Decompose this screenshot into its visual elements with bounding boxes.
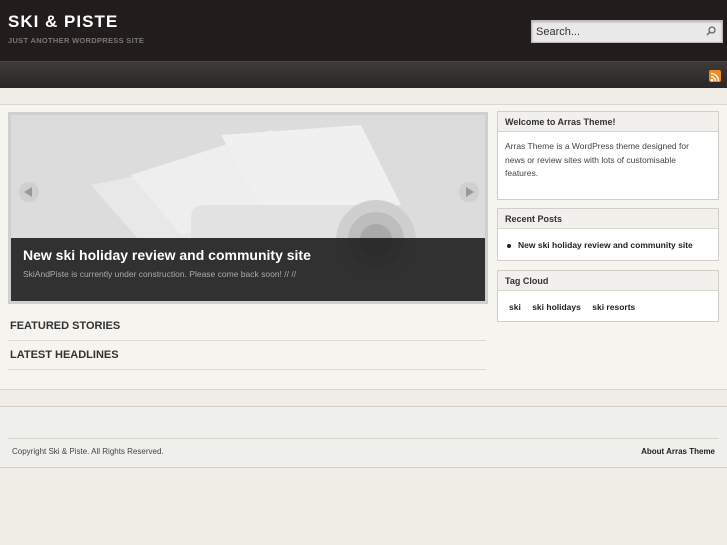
tag-link[interactable]: ski resorts [592,302,635,312]
search-icon[interactable] [704,24,718,38]
widget-title: Recent Posts [498,209,718,229]
featured-slider[interactable]: New ski holiday review and community sit… [8,112,488,304]
recent-post-title[interactable]: New ski holiday review and community sit… [518,239,693,253]
slide-caption[interactable]: New ski holiday review and community sit… [11,238,485,301]
widget-title: Tag Cloud [498,271,718,291]
divider [8,340,486,341]
site-header: SKI & PISTE JUST ANOTHER WORDPRESS SITE [0,0,727,61]
search-input[interactable] [536,24,696,39]
divider [8,369,486,370]
site-title[interactable]: SKI & PISTE [8,12,118,32]
welcome-widget: Welcome to Arras Theme! Arras Theme is a… [497,111,719,200]
slider-next-button[interactable] [459,182,479,202]
about-theme-link[interactable]: About Arras Theme [641,447,715,456]
site-footer: Copyright Ski & Piste. All Rights Reserv… [0,406,727,468]
copyright-text: Copyright Ski & Piste. All Rights Reserv… [12,447,164,456]
latest-headlines-heading: LATEST HEADLINES [10,349,119,361]
site-description: JUST ANOTHER WORDPRESS SITE [8,36,145,45]
slider-prev-button[interactable] [19,182,39,202]
divider [8,438,719,439]
search-box[interactable] [531,20,723,43]
slide-excerpt: SkiAndPiste is currently under construct… [23,269,297,279]
nav-bar [0,61,727,88]
rss-icon[interactable] [709,70,721,82]
tag-link[interactable]: ski [509,302,521,312]
widget-title: Welcome to Arras Theme! [498,112,718,132]
slide-title[interactable]: New ski holiday review and community sit… [23,247,311,263]
bullet-icon [507,243,511,248]
recent-post-link[interactable]: New ski holiday review and community sit… [505,239,711,253]
widget-text: Arras Theme is a WordPress theme designe… [505,141,689,178]
tag-link[interactable]: ski holidays [532,302,581,312]
featured-stories-heading: FEATURED STORIES [10,320,121,332]
recent-posts-widget: Recent Posts New ski holiday review and … [497,208,719,261]
tag-cloud-widget: Tag Cloud ski ski holidays ski resorts [497,270,719,322]
